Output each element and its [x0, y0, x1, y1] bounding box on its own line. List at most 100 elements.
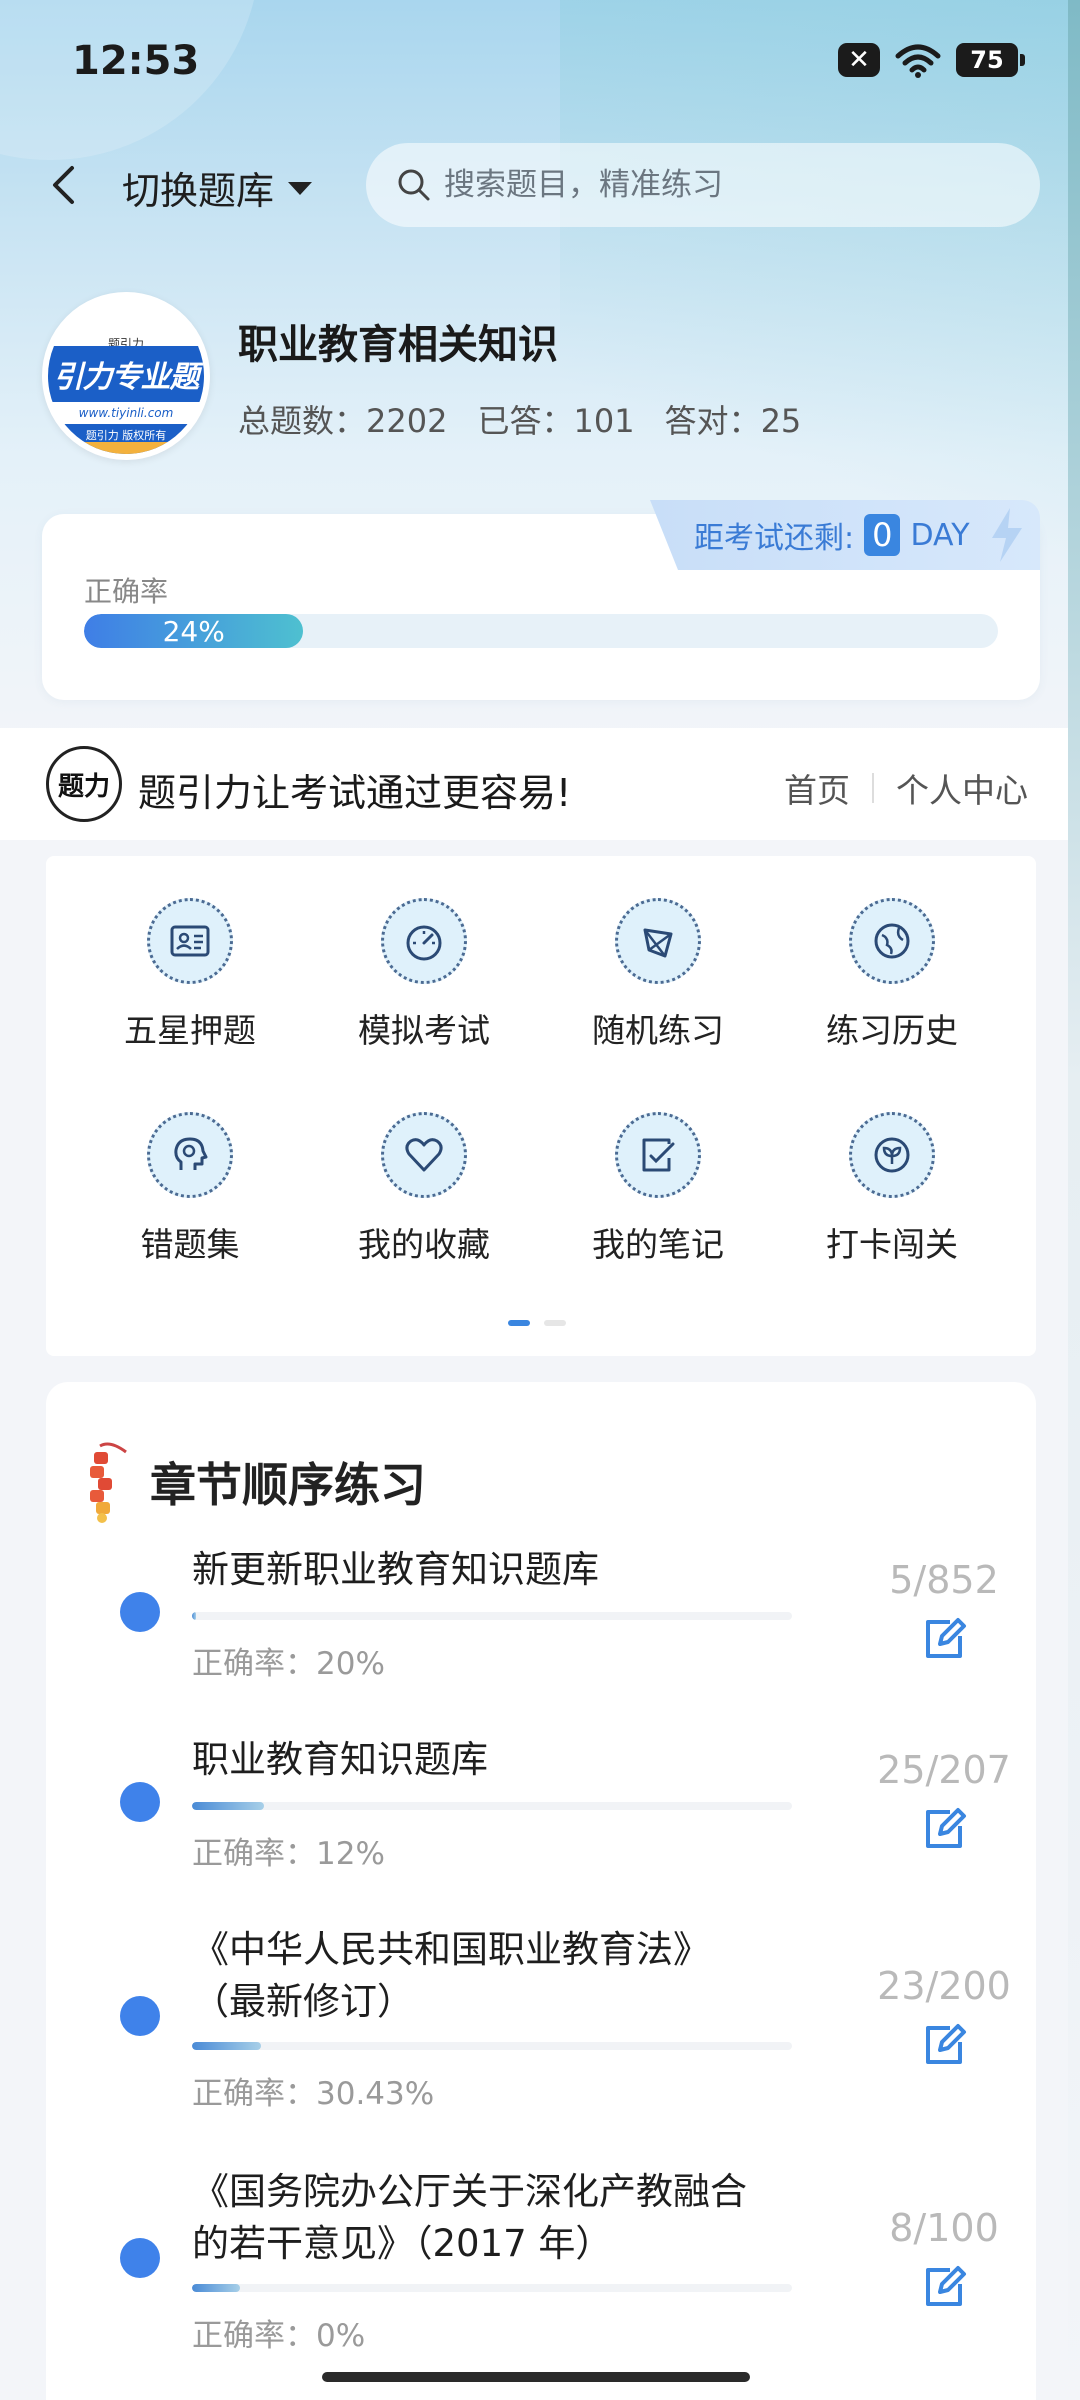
chapter-bullet — [120, 2238, 160, 2278]
chapter-progress — [192, 2284, 792, 2292]
status-time: 12:53 — [72, 38, 200, 84]
chapter-progress — [192, 1612, 792, 1620]
sprout-icon — [849, 1112, 935, 1198]
scrollbar[interactable] — [1068, 0, 1080, 2400]
chapter-progress-fill — [192, 1612, 196, 1620]
banner-slogan: 题引力让考试通过更容易! — [138, 771, 572, 815]
feature-grid-card: 五星押题 模拟考试 随机练习 练习历史 错题集 我的收藏 我的笔记 打卡闯关 — [46, 856, 1036, 1356]
feature-mock-exam[interactable]: 模拟考试 — [324, 898, 524, 1052]
feature-checkin[interactable]: 打卡闯关 — [792, 1112, 992, 1266]
globe-icon — [849, 898, 935, 984]
feature-label: 随机练习 — [592, 1011, 724, 1050]
battery-indicator: 75 — [956, 43, 1025, 77]
chapter-accuracy: 正确率：30.43% — [192, 2076, 435, 2112]
shuffle-icon — [615, 898, 701, 984]
chapter-progress — [192, 2042, 792, 2050]
feature-label: 错题集 — [140, 1225, 240, 1264]
chapter-count: 25/207 — [877, 1748, 1011, 1792]
edit-icon[interactable] — [920, 1614, 968, 1662]
switch-bank-label: 切换题库 — [122, 169, 275, 213]
chapter-bullet — [120, 1592, 160, 1632]
pager-dot[interactable] — [544, 1320, 566, 1326]
heart-icon — [381, 1112, 467, 1198]
promo-banner: 题力 题引力让考试通过更容易! 首页 个人中心 — [0, 728, 1068, 840]
total-stat: 总题数：2202 — [238, 402, 448, 440]
feature-label: 模拟考试 — [358, 1011, 490, 1050]
chapter-progress-fill — [192, 2284, 240, 2292]
switch-bank-dropdown[interactable]: 切换题库 — [122, 160, 314, 215]
logo-top-text: 题引力 — [48, 298, 204, 352]
countdown-label: 距考试还剩: — [694, 521, 855, 556]
chapter-progress-fill — [192, 1802, 264, 1810]
chapter-name-line1: 《中华人民共和国职业教育法》 — [192, 1928, 710, 1971]
chapter-header: 章节顺序练习 — [90, 1438, 426, 1526]
feature-history[interactable]: 练习历史 — [792, 898, 992, 1052]
profile-link[interactable]: 个人中心 — [896, 764, 1028, 812]
chapter-progress-fill — [192, 2042, 261, 2050]
feature-five-star[interactable]: 五星押题 — [90, 898, 290, 1052]
chapter-accuracy: 正确率：12% — [192, 1836, 385, 1872]
feature-label: 我的收藏 — [358, 1225, 490, 1264]
pager-dot-active[interactable] — [508, 1320, 530, 1326]
chapter-count: 5/852 — [889, 1558, 999, 1602]
countdown-value: 0 — [864, 514, 901, 556]
chapter-bullet — [120, 1996, 160, 2036]
bank-title: 职业教育相关知识 — [238, 322, 558, 368]
accuracy-progress-fill: 24% — [84, 614, 304, 648]
note-icon — [615, 1112, 701, 1198]
exam-countdown: 距考试还剩: 0 DAY — [650, 500, 1040, 570]
feature-label: 五星押题 — [124, 1011, 256, 1050]
search-input[interactable] — [444, 167, 1004, 203]
feature-notes[interactable]: 我的笔记 — [558, 1112, 758, 1266]
caret-down-icon — [288, 181, 313, 195]
chapter-name-line1: 《国务院办公厅关于深化产教融合 — [192, 2170, 747, 2213]
chapter-name: 新更新职业教育知识题库 — [192, 1548, 599, 1591]
home-link[interactable]: 首页 — [784, 764, 850, 812]
correct-stat: 答对：25 — [664, 402, 802, 440]
edit-icon[interactable] — [920, 2020, 968, 2068]
logo-url-text: www.tiyinli.com — [48, 402, 204, 424]
wifi-icon — [895, 44, 941, 78]
answered-stat: 已答：101 — [477, 402, 635, 440]
chapter-title: 章节顺序练习 — [150, 1458, 426, 1512]
home-indicator[interactable] — [322, 2372, 750, 2382]
banner-nav: 首页 个人中心 — [784, 764, 1028, 812]
accuracy-label: 正确率 — [84, 575, 169, 608]
chapter-accuracy: 正确率：0% — [192, 2318, 366, 2354]
feature-label: 打卡闯关 — [826, 1225, 958, 1264]
chapter-accuracy: 正确率：20% — [192, 1646, 385, 1682]
feature-wrong-set[interactable]: 错题集 — [90, 1112, 290, 1266]
gauge-icon — [381, 898, 467, 984]
firecracker-icon — [90, 1442, 127, 1523]
bank-logo: 题引力 引力专业题 www.tiyinli.com 题引力 版权所有 — [42, 292, 210, 460]
feature-favorites[interactable]: 我的收藏 — [324, 1112, 524, 1266]
logo-band — [48, 442, 204, 454]
feature-random-practice[interactable]: 随机练习 — [558, 898, 758, 1052]
chapter-count: 8/100 — [889, 2206, 999, 2250]
edit-icon[interactable] — [920, 1804, 968, 1852]
countdown-unit: DAY — [910, 517, 970, 553]
feature-label: 我的笔记 — [592, 1225, 724, 1264]
chapter-name-line2: （最新修订） — [192, 1980, 414, 2023]
chapter-name: 职业教育知识题库 — [192, 1738, 488, 1781]
id-card-icon — [147, 898, 233, 984]
logo-main-text: 引力专业题 — [48, 346, 204, 402]
divider — [872, 773, 874, 803]
chevron-left-icon — [53, 166, 74, 204]
chapter-progress — [192, 1802, 792, 1810]
brand-logo: 题力 — [46, 746, 122, 822]
chapter-count: 23/200 — [877, 1964, 1011, 2008]
bank-stats: 总题数：2202 已答：101 答对：25 — [238, 396, 801, 442]
lightning-icon — [991, 508, 1022, 562]
pager-dots — [508, 1320, 566, 1326]
chapter-bullet — [120, 1782, 160, 1822]
head-icon — [147, 1112, 233, 1198]
search-bar[interactable] — [366, 143, 1040, 227]
feature-label: 练习历史 — [826, 1011, 958, 1050]
x-badge-icon: ✕ — [838, 43, 880, 77]
edit-icon[interactable] — [920, 2262, 968, 2310]
accuracy-progress: 24% — [84, 614, 998, 648]
search-icon — [398, 169, 430, 201]
back-button[interactable] — [40, 160, 90, 210]
chapter-name-line2: 的若干意见》（2017 年） — [192, 2222, 613, 2265]
